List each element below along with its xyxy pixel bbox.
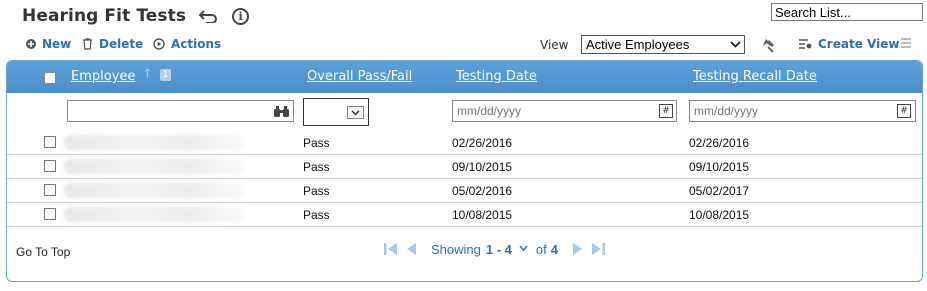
- chevron-down-icon: [729, 38, 742, 51]
- col-header-pass-fail[interactable]: Overall Pass/Fail: [307, 69, 412, 84]
- recall-date-filter-input[interactable]: [689, 100, 916, 122]
- search-input[interactable]: [771, 3, 923, 21]
- pass-fail-cell: Pass: [303, 160, 330, 174]
- page-title: Hearing Fit Tests: [22, 6, 187, 26]
- first-page-icon[interactable]: [383, 241, 399, 257]
- delete-button[interactable]: Delete: [82, 37, 143, 51]
- actions-button[interactable]: Actions: [153, 37, 221, 51]
- testing-date-cell: 09/10/2015: [452, 160, 513, 174]
- sort-order-badge: 1: [160, 69, 171, 81]
- of-label: of: [535, 241, 547, 257]
- go-to-top-link[interactable]: Go To Top: [16, 245, 70, 259]
- showing-label: Showing: [431, 241, 481, 257]
- employee-name-redacted: [64, 207, 244, 222]
- col-header-testing-date[interactable]: Testing Date: [456, 69, 537, 84]
- view-select-value: Active Employees: [586, 37, 690, 52]
- data-grid: Employee ↑ 1 Overall Pass/Fail Testing D…: [6, 60, 923, 282]
- recall-date-cell: 02/26/2016: [689, 136, 750, 150]
- create-view-button[interactable]: Create View: [799, 37, 899, 51]
- trash-icon: [82, 38, 93, 50]
- plus-circle-icon: [26, 39, 36, 49]
- pass-fail-cell: Pass: [303, 184, 330, 198]
- table-row[interactable]: Pass 02/26/2016 02/26/2016: [7, 131, 922, 155]
- new-button[interactable]: New: [26, 37, 71, 51]
- list-filter-icon: [799, 39, 812, 49]
- testing-date-cell: 05/02/2016: [452, 184, 513, 198]
- view-label: View: [540, 38, 569, 52]
- testing-date-filter-input[interactable]: [452, 100, 677, 122]
- pager: Showing 1 - 4 of 4: [383, 239, 606, 259]
- new-label: New: [42, 37, 72, 51]
- filter-row: # #: [7, 95, 922, 131]
- select-all-checkbox[interactable]: [44, 72, 56, 84]
- toolbar: New Delete Actions View Active Employees…: [0, 35, 927, 57]
- back-arrow-icon[interactable]: [198, 9, 218, 23]
- page-range: 1 - 4: [485, 241, 512, 257]
- play-circle-icon: [153, 38, 165, 50]
- sort-up-icon[interactable]: ↑: [142, 67, 153, 82]
- delete-label: Delete: [99, 37, 144, 51]
- table-row[interactable]: Pass 05/02/2016 05/02/2017: [7, 179, 922, 203]
- binoculars-icon[interactable]: [274, 106, 289, 120]
- pass-fail-cell: Pass: [303, 208, 330, 222]
- employee-name-redacted: [64, 159, 244, 174]
- calendar-icon[interactable]: #: [897, 104, 911, 118]
- next-page-icon[interactable]: [572, 241, 584, 257]
- testing-date-cell: 10/08/2015: [452, 208, 513, 222]
- pass-fail-cell: Pass: [303, 136, 330, 150]
- pin-icon[interactable]: [760, 37, 778, 56]
- actions-label: Actions: [171, 37, 222, 51]
- page-size-chevron-icon[interactable]: [519, 245, 528, 253]
- grid-header: Employee ↑ 1 Overall Pass/Fail Testing D…: [7, 61, 922, 93]
- table-row[interactable]: Pass 10/08/2015 10/08/2015: [7, 203, 922, 227]
- row-checkbox[interactable]: [44, 136, 56, 148]
- pass-fail-filter-select[interactable]: [303, 98, 369, 126]
- row-checkbox[interactable]: [44, 160, 56, 172]
- col-header-employee[interactable]: Employee: [71, 69, 135, 84]
- row-checkbox[interactable]: [44, 184, 56, 196]
- menu-icon[interactable]: [900, 37, 912, 52]
- last-page-icon[interactable]: [590, 241, 606, 257]
- grid-footer: Go To Top Showing 1 - 4 of 4: [7, 237, 922, 281]
- employee-name-redacted: [64, 135, 244, 150]
- employee-name-redacted: [64, 183, 244, 198]
- employee-filter-input[interactable]: [67, 100, 294, 122]
- info-icon[interactable]: i: [232, 7, 250, 25]
- recall-date-cell: 10/08/2015: [689, 208, 750, 222]
- prev-page-icon[interactable]: [405, 241, 417, 257]
- title-bar: Hearing Fit Tests i: [22, 2, 250, 30]
- recall-date-cell: 05/02/2017: [689, 184, 750, 198]
- create-view-label: Create View: [818, 37, 900, 51]
- chevron-down-icon: [347, 106, 364, 119]
- recall-date-cell: 09/10/2015: [689, 160, 750, 174]
- row-checkbox[interactable]: [44, 208, 56, 220]
- page-total: 4: [550, 241, 558, 257]
- col-header-recall-date[interactable]: Testing Recall Date: [693, 69, 817, 84]
- testing-date-cell: 02/26/2016: [452, 136, 513, 150]
- view-select[interactable]: Active Employees: [581, 35, 745, 54]
- table-row[interactable]: Pass 09/10/2015 09/10/2015: [7, 155, 922, 179]
- calendar-icon[interactable]: #: [659, 104, 673, 118]
